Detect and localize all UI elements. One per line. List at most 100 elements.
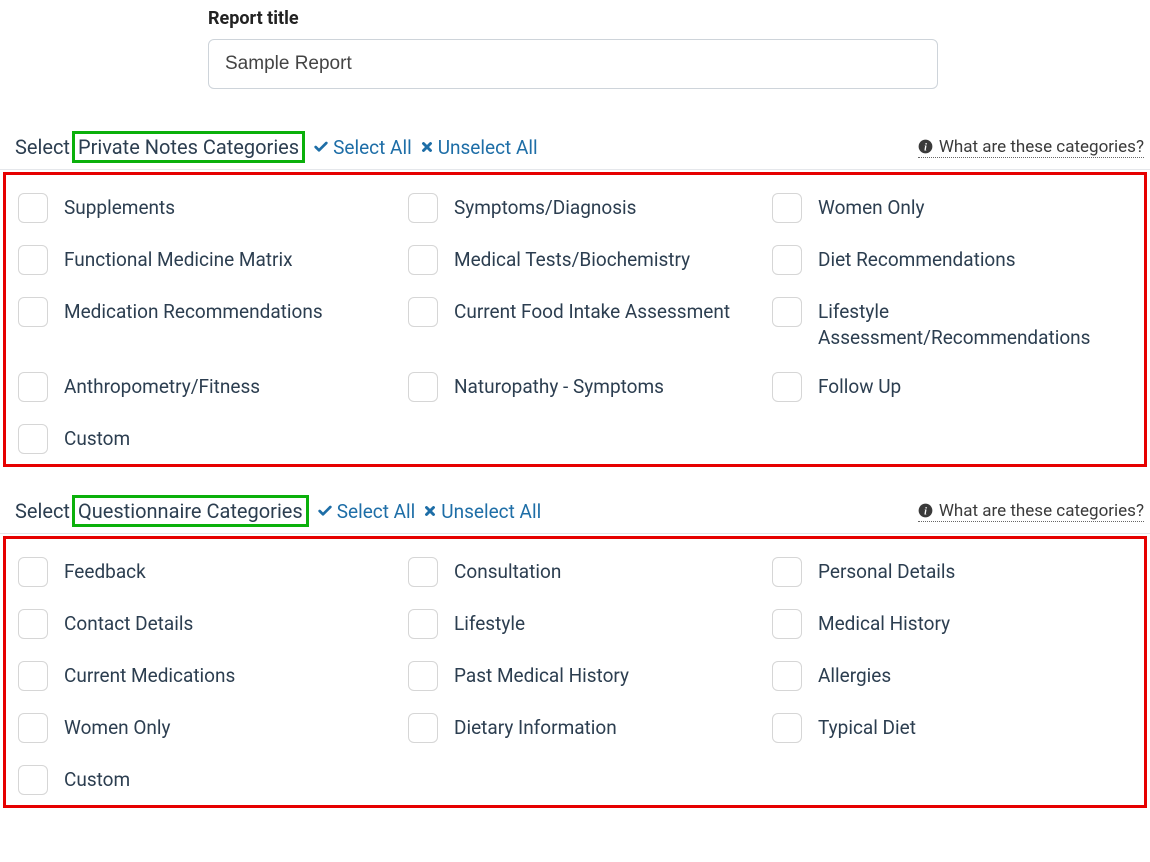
- questionnaire-checkbox[interactable]: [18, 765, 48, 795]
- private-notes-help-link[interactable]: i What are these categories?: [918, 137, 1144, 158]
- privateNotes-checkbox[interactable]: [18, 297, 48, 327]
- privateNotes-checkbox[interactable]: [772, 245, 802, 275]
- questionnaire-label: Personal Details: [818, 557, 955, 585]
- privateNotes-label: Lifestyle Assessment/Recommendations: [818, 297, 1132, 350]
- privateNotes-label: Anthropometry/Fitness: [64, 372, 260, 400]
- questionnaire-item: Medical History: [772, 609, 1132, 639]
- private-notes-select-label: Select: [15, 135, 70, 159]
- questionnaire-checkbox[interactable]: [408, 661, 438, 691]
- questionnaire-help-link[interactable]: i What are these categories?: [918, 501, 1144, 522]
- x-icon: [420, 140, 434, 154]
- questionnaire-item: Allergies: [772, 661, 1132, 691]
- privateNotes-item: Functional Medicine Matrix: [18, 245, 408, 275]
- questionnaire-item: Contact Details: [18, 609, 408, 639]
- privateNotes-checkbox[interactable]: [18, 245, 48, 275]
- private-notes-title-highlight: Private Notes Categories: [72, 131, 305, 163]
- svg-text:i: i: [924, 507, 927, 518]
- questionnaire-label: Consultation: [454, 557, 561, 585]
- privateNotes-item: Follow Up: [772, 372, 1132, 402]
- select-all-label: Select All: [337, 500, 416, 523]
- check-icon: [317, 503, 333, 519]
- questionnaire-label: Current Medications: [64, 661, 235, 689]
- svg-text:i: i: [924, 142, 927, 153]
- questionnaire-item: Women Only: [18, 713, 408, 743]
- questionnaire-checkbox[interactable]: [772, 557, 802, 587]
- questionnaire-label: Women Only: [64, 713, 171, 741]
- privateNotes-item: Women Only: [772, 193, 1132, 223]
- unselect-all-label: Unselect All: [441, 500, 541, 523]
- questionnaire-checkbox[interactable]: [18, 609, 48, 639]
- privateNotes-label: Current Food Intake Assessment: [454, 297, 730, 325]
- info-icon: i: [918, 139, 933, 154]
- questionnaire-item: Current Medications: [18, 661, 408, 691]
- privateNotes-label: Naturopathy - Symptoms: [454, 372, 664, 400]
- privateNotes-label: Medical Tests/Biochemistry: [454, 245, 690, 273]
- questionnaire-header: Select Questionnaire Categories Select A…: [0, 495, 1150, 534]
- select-all-label: Select All: [333, 136, 412, 159]
- questionnaire-categories-box: Feedback Consultation Personal Details Cont…: [3, 536, 1147, 808]
- questionnaire-checkbox[interactable]: [408, 713, 438, 743]
- privateNotes-label: Supplements: [64, 193, 175, 221]
- private-notes-categories-box: Supplements Symptoms/Diagnosis Women Only F…: [3, 172, 1147, 467]
- privateNotes-label: Follow Up: [818, 372, 901, 400]
- privateNotes-label: Medication Recommendations: [64, 297, 323, 325]
- questionnaire-label: Allergies: [818, 661, 891, 689]
- info-icon: i: [918, 503, 933, 518]
- questionnaire-title-highlight: Questionnaire Categories: [72, 495, 309, 527]
- help-text: What are these categories?: [939, 501, 1144, 521]
- questionnaire-label: Dietary Information: [454, 713, 617, 741]
- questionnaire-checkbox[interactable]: [408, 557, 438, 587]
- privateNotes-checkbox[interactable]: [18, 372, 48, 402]
- help-text: What are these categories?: [939, 137, 1144, 157]
- privateNotes-item: Anthropometry/Fitness: [18, 372, 408, 402]
- questionnaire-item: Feedback: [18, 557, 408, 587]
- private-notes-select-all-link[interactable]: Select All: [313, 136, 412, 159]
- questionnaire-item: Custom: [18, 765, 408, 795]
- privateNotes-item: Supplements: [18, 193, 408, 223]
- privateNotes-checkbox[interactable]: [772, 193, 802, 223]
- questionnaire-label: Feedback: [64, 557, 146, 585]
- questionnaire-checkbox[interactable]: [18, 661, 48, 691]
- questionnaire-label: Contact Details: [64, 609, 193, 637]
- questionnaire-item: Dietary Information: [408, 713, 772, 743]
- questionnaire-label: Lifestyle: [454, 609, 525, 637]
- check-icon: [313, 139, 329, 155]
- privateNotes-label: Symptoms/Diagnosis: [454, 193, 636, 221]
- questionnaire-checkbox[interactable]: [408, 609, 438, 639]
- privateNotes-checkbox[interactable]: [408, 193, 438, 223]
- privateNotes-checkbox[interactable]: [772, 372, 802, 402]
- questionnaire-checkbox[interactable]: [18, 557, 48, 587]
- privateNotes-label: Diet Recommendations: [818, 245, 1016, 273]
- privateNotes-checkbox[interactable]: [18, 424, 48, 454]
- questionnaire-item: Personal Details: [772, 557, 1132, 587]
- questionnaire-label: Custom: [64, 765, 130, 793]
- private-notes-unselect-all-link[interactable]: Unselect All: [420, 136, 538, 159]
- privateNotes-checkbox[interactable]: [772, 297, 802, 327]
- unselect-all-label: Unselect All: [438, 136, 538, 159]
- privateNotes-label: Women Only: [818, 193, 925, 221]
- privateNotes-item: Current Food Intake Assessment: [408, 297, 772, 350]
- privateNotes-checkbox[interactable]: [408, 245, 438, 275]
- privateNotes-checkbox[interactable]: [408, 297, 438, 327]
- privateNotes-checkbox[interactable]: [18, 193, 48, 223]
- private-notes-header: Select Private Notes Categories Select A…: [0, 131, 1150, 170]
- privateNotes-checkbox[interactable]: [408, 372, 438, 402]
- privateNotes-label: Functional Medicine Matrix: [64, 245, 293, 273]
- questionnaire-unselect-all-link[interactable]: Unselect All: [423, 500, 541, 523]
- questionnaire-label: Typical Diet: [818, 713, 916, 741]
- report-title-input[interactable]: [208, 39, 938, 89]
- questionnaire-label: Past Medical History: [454, 661, 629, 689]
- questionnaire-checkbox[interactable]: [772, 661, 802, 691]
- questionnaire-checkbox[interactable]: [772, 609, 802, 639]
- questionnaire-item: Typical Diet: [772, 713, 1132, 743]
- questionnaire-checkbox[interactable]: [772, 713, 802, 743]
- questionnaire-checkbox[interactable]: [18, 713, 48, 743]
- privateNotes-item: Medication Recommendations: [18, 297, 408, 350]
- questionnaire-select-label: Select: [15, 499, 70, 523]
- questionnaire-select-all-link[interactable]: Select All: [317, 500, 416, 523]
- report-title-label: Report title: [208, 8, 1150, 29]
- x-icon: [423, 504, 437, 518]
- questionnaire-item: Past Medical History: [408, 661, 772, 691]
- privateNotes-item: Custom: [18, 424, 408, 454]
- privateNotes-item: Naturopathy - Symptoms: [408, 372, 772, 402]
